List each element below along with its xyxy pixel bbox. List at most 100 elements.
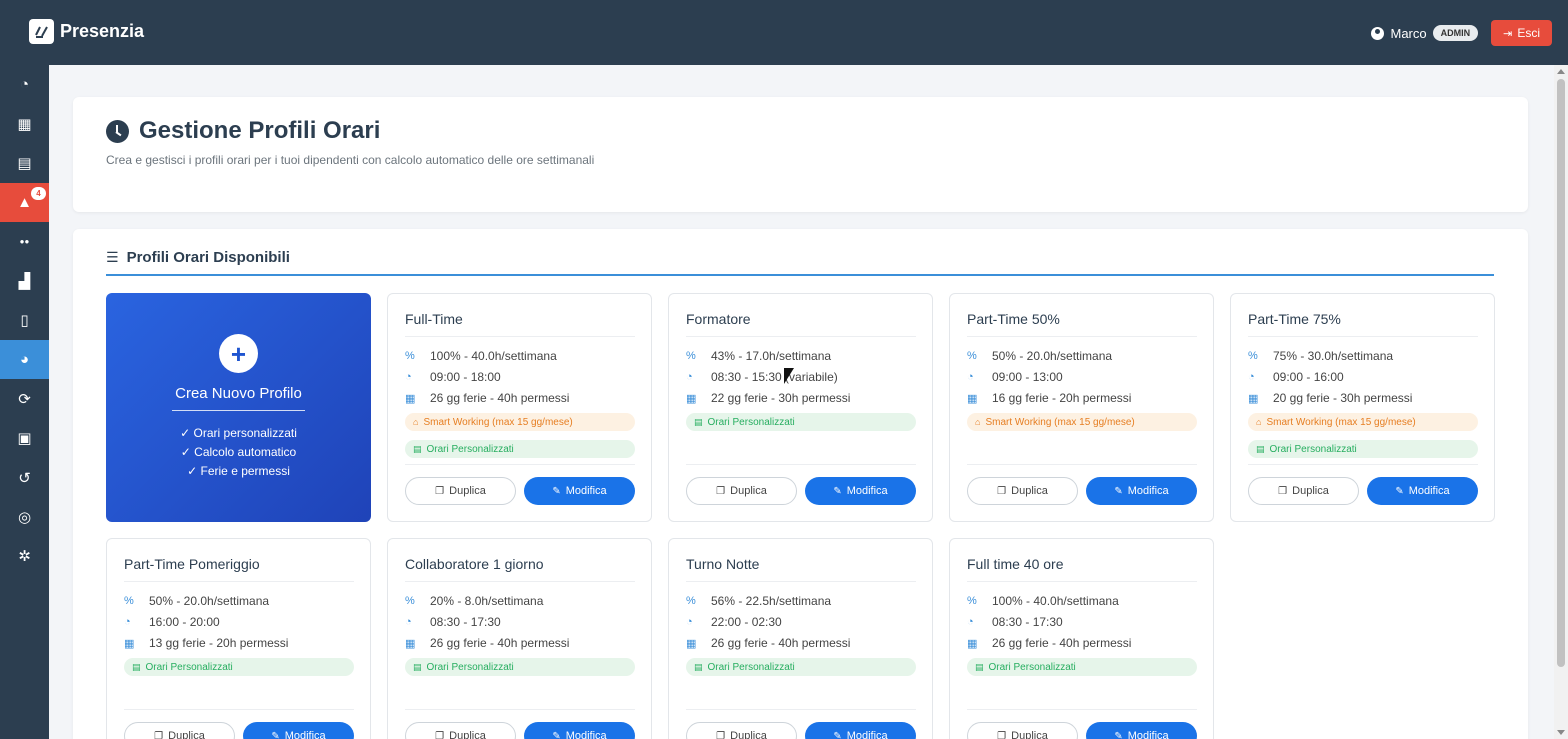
percent-icon: % bbox=[124, 595, 134, 607]
copy-icon: ❐ bbox=[716, 485, 726, 497]
profile-hours-row: ◔ 09:00 - 18:00 bbox=[405, 370, 501, 384]
edit-label: Modifica bbox=[1127, 485, 1169, 497]
list-icon: ☰ bbox=[106, 249, 119, 265]
brand[interactable]: Presenzia bbox=[29, 19, 144, 44]
profile-hours: 16:00 - 20:00 bbox=[149, 615, 220, 629]
card-divider bbox=[405, 709, 635, 710]
card-divider bbox=[967, 709, 1197, 710]
profile-percent-row: % 43% - 17.0h/settimana bbox=[686, 349, 831, 363]
profile-hours: 09:00 - 18:00 bbox=[430, 370, 501, 384]
sidebar-item-support[interactable]: ◎ bbox=[0, 497, 49, 536]
duplicate-label: Duplica bbox=[1292, 485, 1329, 497]
sidebar-item-sync[interactable]: ⟳ bbox=[0, 379, 49, 418]
duplicate-button[interactable]: ❐ Duplica bbox=[686, 477, 797, 505]
card-divider bbox=[967, 464, 1197, 465]
edit-button[interactable]: ✎ Modifica bbox=[805, 477, 916, 505]
history-icon: ↺ bbox=[18, 469, 31, 487]
scroll-down-arrow[interactable] bbox=[1557, 730, 1565, 735]
check-icon: ✓ bbox=[180, 426, 191, 440]
calendar-icon: ▦ bbox=[967, 392, 978, 405]
custom-hours-tag: ▤ Orari Personalizzati bbox=[686, 658, 916, 676]
profile-percent-row: % 50% - 20.0h/settimana bbox=[124, 594, 269, 608]
smart-working-text: Smart Working (max 15 gg/mese) bbox=[1266, 416, 1416, 428]
duplicate-button[interactable]: ❐ Duplica bbox=[967, 477, 1078, 505]
profile-hours-row: ◔ 08:30 - 15:30 (variabile) bbox=[686, 370, 838, 384]
edit-button[interactable]: ✎ Modifica bbox=[805, 722, 916, 739]
custom-hours-text: Orari Personalizzati bbox=[426, 443, 514, 455]
edit-button[interactable]: ✎ Modifica bbox=[243, 722, 354, 739]
profile-leave: 13 gg ferie - 20h permessi bbox=[149, 636, 289, 650]
duplicate-button[interactable]: ❐ Duplica bbox=[405, 722, 516, 739]
custom-hours-tag: ▤ Orari Personalizzati bbox=[967, 658, 1197, 676]
sidebar-item-alert[interactable]: ▲ 4 bbox=[0, 182, 49, 223]
edit-button[interactable]: ✎ Modifica bbox=[524, 722, 635, 739]
notification-badge: 4 bbox=[31, 186, 46, 200]
duplicate-button[interactable]: ❐ Duplica bbox=[1248, 477, 1359, 505]
clock-icon: ◔ bbox=[124, 616, 131, 628]
page-scrollbar[interactable] bbox=[1554, 65, 1568, 739]
sidebar-item-users[interactable]: ●● bbox=[0, 222, 49, 261]
duplicate-button[interactable]: ❐ Duplica bbox=[967, 722, 1078, 739]
edit-label: Modifica bbox=[565, 485, 607, 497]
percent-icon: % bbox=[1248, 350, 1258, 362]
clock-icon: ◔ bbox=[967, 371, 974, 383]
profile-leave-row: ▦ 26 gg ferie - 40h permessi bbox=[405, 636, 569, 650]
edit-label: Modifica bbox=[846, 730, 888, 739]
profile-name: Turno Notte bbox=[686, 556, 916, 582]
sidebar-item-user-clock[interactable]: ◕ bbox=[0, 340, 49, 380]
calendar-check-icon: ▤ bbox=[694, 661, 703, 672]
sidebar-item-clipboard[interactable]: ▤ bbox=[0, 144, 49, 183]
profile-leave-row: ▦ 22 gg ferie - 30h permessi bbox=[686, 391, 850, 405]
profile-name: Part-Time 75% bbox=[1248, 311, 1478, 337]
alert-icon: ▲ bbox=[17, 194, 32, 212]
profile-hours-row: ◔ 08:30 - 17:30 bbox=[967, 615, 1063, 629]
duplicate-button[interactable]: ❐ Duplica bbox=[405, 477, 516, 505]
section-title: ☰ Profili Orari Disponibili bbox=[106, 249, 1494, 276]
sidebar-item-dashboard[interactable]: ◔ bbox=[0, 65, 49, 104]
profile-hours: 08:30 - 17:30 bbox=[992, 615, 1063, 629]
sidebar-item-chart[interactable]: ▟ bbox=[0, 261, 49, 300]
edit-button[interactable]: ✎ Modifica bbox=[1367, 477, 1478, 505]
profile-percent: 50% - 20.0h/settimana bbox=[992, 349, 1113, 363]
scroll-up-arrow[interactable] bbox=[1557, 69, 1565, 74]
sidebar-item-invoice[interactable]: ▯ bbox=[0, 301, 49, 340]
custom-hours-text: Orari Personalizzati bbox=[988, 661, 1076, 673]
edit-button[interactable]: ✎ Modifica bbox=[1086, 477, 1197, 505]
home-laptop-icon: ⌂ bbox=[413, 417, 419, 427]
page-title: Gestione Profili Orari bbox=[106, 117, 380, 145]
scroll-thumb[interactable] bbox=[1557, 79, 1565, 667]
clock-icon: ◔ bbox=[686, 616, 693, 628]
create-feature: ✓ Calcolo automatico bbox=[106, 445, 371, 459]
profile-name: Part-Time 50% bbox=[967, 311, 1197, 337]
profile-leave-row: ▦ 26 gg ferie - 40h permessi bbox=[686, 636, 850, 650]
home-laptop-icon: ⌂ bbox=[1256, 417, 1262, 427]
custom-hours-text: Orari Personalizzati bbox=[707, 661, 795, 673]
edit-button[interactable]: ✎ Modifica bbox=[524, 477, 635, 505]
calendar-check-icon: ▤ bbox=[694, 416, 703, 427]
sidebar-item-qr[interactable]: ▣ bbox=[0, 419, 49, 458]
sign-out-icon: ⇥ bbox=[1503, 27, 1513, 40]
sidebar-item-calendar[interactable]: ▦ bbox=[0, 104, 49, 143]
clock-icon: ◔ bbox=[405, 616, 412, 628]
edit-icon: ✎ bbox=[833, 485, 842, 497]
duplicate-button[interactable]: ❐ Duplica bbox=[124, 722, 235, 739]
card-divider bbox=[405, 464, 635, 465]
percent-icon: % bbox=[405, 595, 415, 607]
profile-percent: 100% - 40.0h/settimana bbox=[992, 594, 1119, 608]
copy-icon: ❐ bbox=[435, 730, 445, 739]
calendar-check-icon: ▤ bbox=[413, 661, 422, 672]
copy-icon: ❐ bbox=[716, 730, 726, 739]
duplicate-label: Duplica bbox=[1011, 485, 1048, 497]
copy-icon: ❐ bbox=[997, 485, 1007, 497]
profile-percent: 50% - 20.0h/settimana bbox=[149, 594, 270, 608]
sidebar-item-settings[interactable]: ✲ bbox=[0, 537, 49, 576]
sidebar-item-history[interactable]: ↺ bbox=[0, 458, 49, 497]
exit-button[interactable]: ⇥ Esci bbox=[1491, 20, 1552, 46]
duplicate-button[interactable]: ❐ Duplica bbox=[686, 722, 797, 739]
edit-label: Modifica bbox=[846, 485, 888, 497]
custom-hours-tag: ▤ Orari Personalizzati bbox=[686, 413, 916, 431]
profile-percent: 56% - 22.5h/settimana bbox=[711, 594, 832, 608]
edit-button[interactable]: ✎ Modifica bbox=[1086, 722, 1197, 739]
page-title-text: Gestione Profili Orari bbox=[139, 117, 381, 144]
create-profile-card[interactable]: + Crea Nuovo Profilo ✓ Orari personalizz… bbox=[106, 293, 371, 522]
